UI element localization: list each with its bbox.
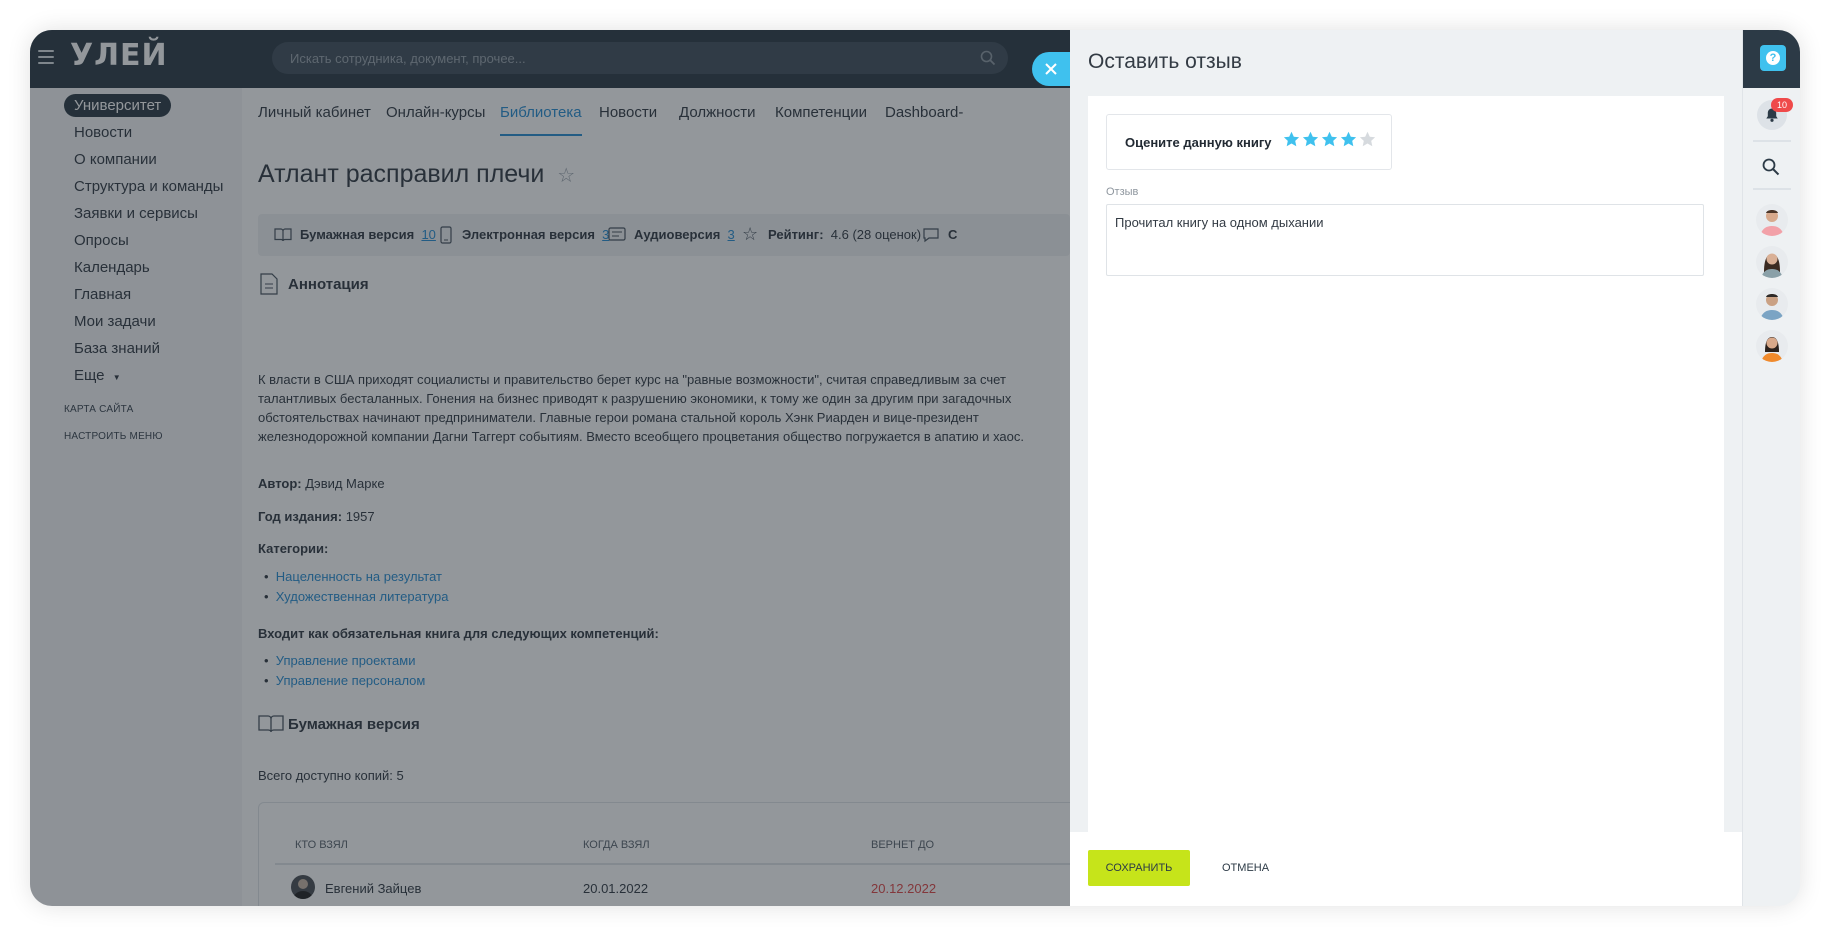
avatar[interactable] (1756, 288, 1788, 320)
user-avatar-icon (1760, 294, 1784, 320)
close-panel-button[interactable] (1032, 52, 1070, 86)
panel-body: Оцените данную книгу Отзыв (1088, 96, 1724, 832)
rail-header: ? (1743, 30, 1800, 88)
star-empty-icon[interactable] (1359, 131, 1376, 148)
star-filled-icon[interactable] (1321, 131, 1338, 148)
right-rail: ? 10 (1742, 30, 1800, 906)
review-label: Отзыв (1106, 186, 1139, 198)
star-filled-icon[interactable] (1302, 131, 1319, 148)
rating-box: Оцените данную книгу (1106, 114, 1392, 170)
close-icon (1045, 63, 1057, 75)
panel-footer: Сохранить Отмена (1070, 832, 1742, 906)
star-filled-icon[interactable] (1340, 131, 1357, 148)
rail-divider (1753, 188, 1791, 190)
rail-divider (1753, 140, 1791, 142)
help-button[interactable]: ? (1760, 45, 1786, 71)
panel-title: Оставить отзыв (1088, 50, 1242, 73)
avatar[interactable] (1756, 204, 1788, 236)
cancel-button[interactable]: Отмена (1204, 850, 1287, 886)
modal-backdrop[interactable] (30, 30, 1070, 906)
search-icon[interactable] (1762, 158, 1780, 176)
user-avatar-icon (1761, 337, 1783, 362)
star-rating[interactable] (1283, 131, 1376, 148)
review-textarea[interactable] (1106, 204, 1704, 276)
review-panel: Оставить отзыв Оцените данную книгу Отзы… (1070, 30, 1742, 906)
avatar[interactable] (1756, 330, 1788, 362)
avatar[interactable] (1756, 246, 1788, 278)
question-icon: ? (1766, 51, 1780, 65)
app-window: УЛЕЙ Университет Новости О компании Стру… (30, 30, 1800, 906)
save-button[interactable]: Сохранить (1088, 850, 1190, 886)
rate-label: Оцените данную книгу (1125, 135, 1272, 150)
user-avatar-icon (1760, 210, 1784, 236)
user-avatar-icon (1761, 253, 1783, 278)
notifications-badge: 10 (1771, 98, 1793, 112)
star-filled-icon[interactable] (1283, 131, 1300, 148)
